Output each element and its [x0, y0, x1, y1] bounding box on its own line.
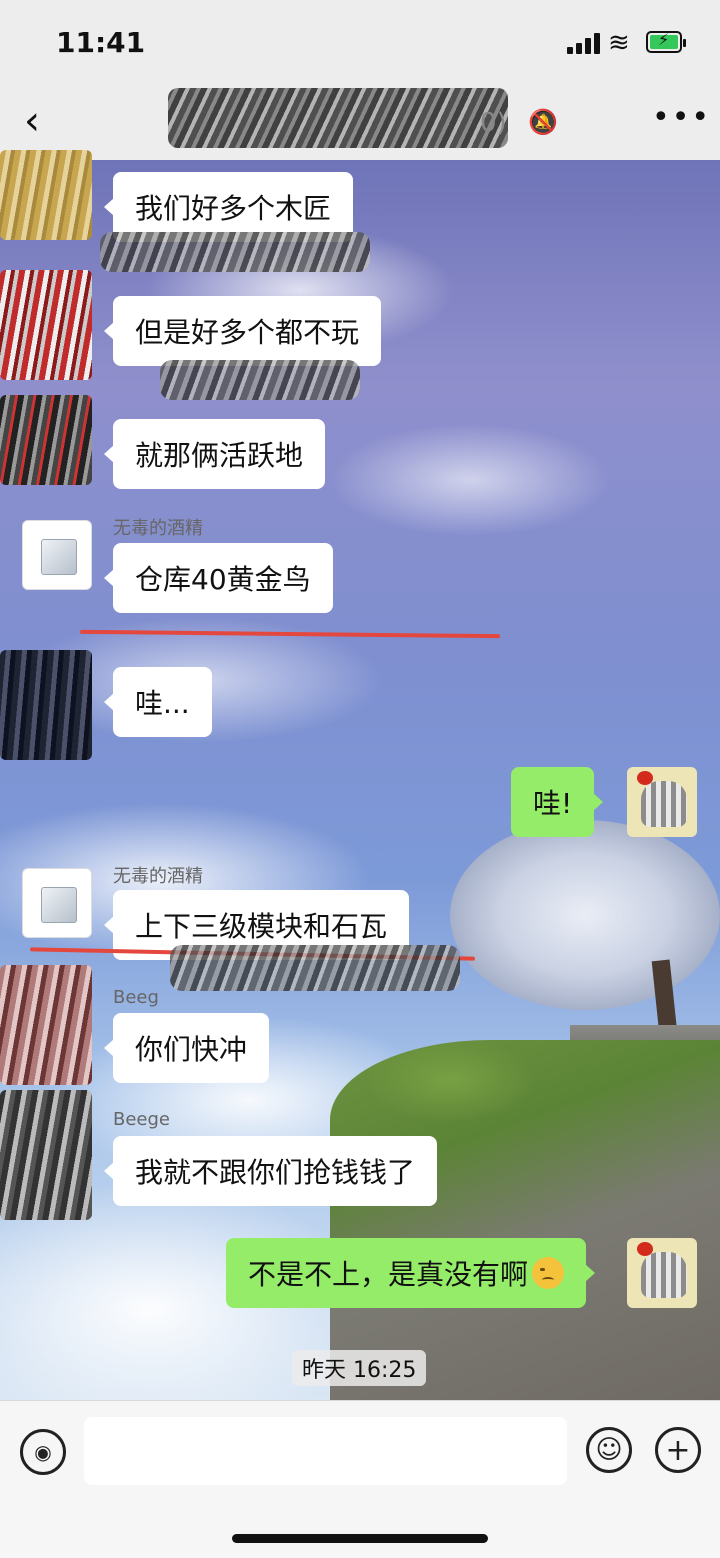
wallpaper-island	[330, 1040, 720, 1400]
avatar[interactable]	[22, 520, 92, 590]
voice-icon[interactable]: ◉	[20, 1429, 66, 1475]
avatar-self[interactable]	[627, 767, 697, 837]
home-indicator	[232, 1534, 488, 1543]
cellular-signal-icon	[567, 32, 601, 54]
plus-icon[interactable]: +	[655, 1427, 701, 1473]
avatar-self[interactable]	[627, 1238, 697, 1308]
group-member-count: 0)	[480, 108, 507, 138]
sender-name: 无毒的酒精	[113, 866, 203, 887]
cat-avatar-icon	[641, 1252, 687, 1298]
avatar[interactable]	[0, 1090, 92, 1220]
sender-name: Beege	[113, 1109, 170, 1130]
redacted-sender-name	[100, 232, 370, 272]
avatar[interactable]	[0, 395, 92, 485]
redacted-sender-name	[160, 360, 360, 400]
message-text: 不是不上，是真没有啊	[248, 1258, 529, 1291]
redacted-group-name	[168, 88, 508, 148]
wallpaper-tree	[450, 820, 720, 1010]
wifi-icon: ≋	[608, 28, 630, 58]
message-bubble[interactable]: 就那俩活跃地	[103, 419, 326, 489]
message-bubble[interactable]: 哇...	[104, 667, 212, 737]
message-bubble-self[interactable]: 哇!	[511, 767, 604, 837]
avatar[interactable]	[0, 650, 92, 760]
status-bar: 11:41 ≋ ⚡	[0, 0, 720, 90]
avatar[interactable]	[0, 150, 92, 240]
more-options-icon[interactable]: •••	[652, 100, 711, 135]
smile-icon[interactable]: ☺	[586, 1427, 632, 1473]
back-chevron-icon[interactable]: ‹	[24, 98, 40, 144]
message-input[interactable]	[84, 1417, 567, 1485]
avatar[interactable]	[0, 270, 92, 380]
message-timestamp: 昨天 16:25	[292, 1350, 427, 1386]
message-bubble[interactable]: 我就不跟你们抢钱钱了	[103, 1136, 438, 1206]
message-bubble[interactable]: 你们快冲	[103, 1013, 270, 1083]
sad-face-emoji-icon	[532, 1257, 565, 1289]
redacted-sender-name	[170, 945, 460, 991]
battery-icon: ⚡	[646, 30, 686, 53]
message-bubble-self[interactable]: 不是不上，是真没有啊	[226, 1238, 596, 1308]
bell-slash-icon: 🔕	[528, 108, 558, 136]
avatar[interactable]	[0, 965, 92, 1085]
message-bubble[interactable]: 但是好多个都不玩	[103, 296, 382, 366]
cat-avatar-icon	[641, 781, 687, 827]
chat-header: ‹ 0) 🔕 •••	[0, 88, 720, 160]
message-bubble[interactable]: 仓库40黄金鸟	[104, 543, 333, 613]
status-time: 11:41	[56, 26, 146, 59]
sender-name: 无毒的酒精	[113, 518, 203, 539]
avatar[interactable]	[22, 868, 92, 938]
sender-name: Beeg	[113, 987, 159, 1008]
